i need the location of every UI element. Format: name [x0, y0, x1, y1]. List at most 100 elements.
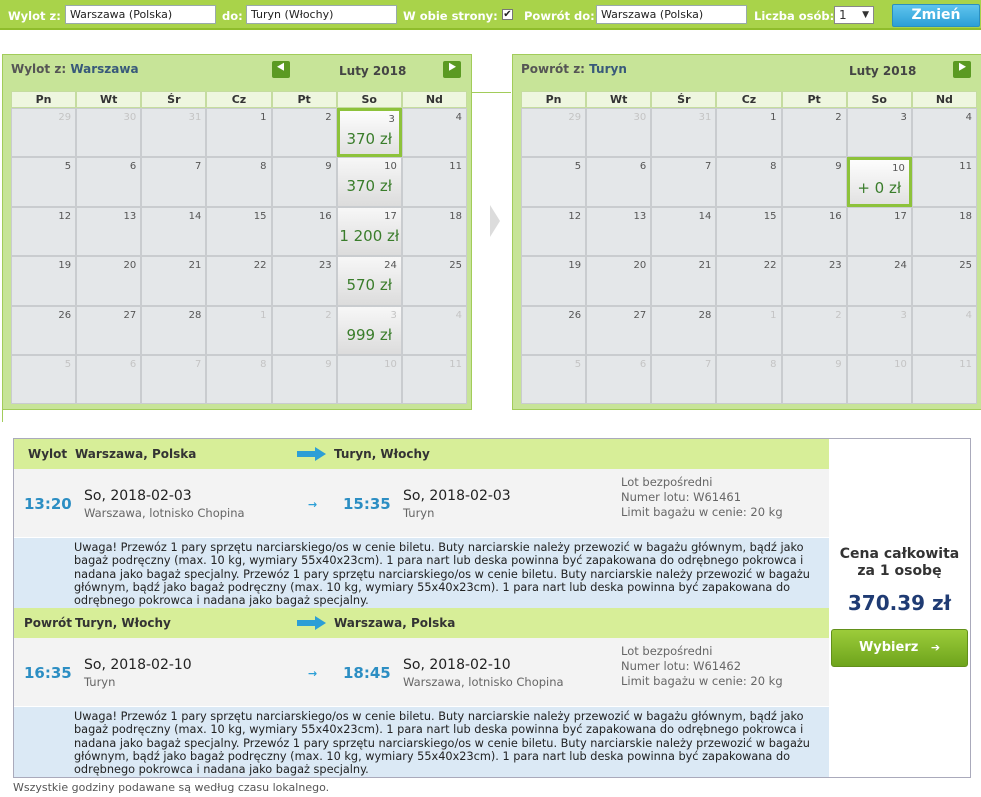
outbound-day-cell: 25	[401, 256, 467, 306]
inbound-day-cell: 20	[586, 256, 652, 306]
outbound-day-cell: 4	[401, 305, 467, 355]
day-number: 2	[835, 309, 842, 321]
outbound-day-cell[interactable]: 17 1 200 zł	[336, 206, 402, 257]
day-number: 3	[390, 309, 397, 321]
day-number: 30	[633, 112, 647, 123]
inbound-day-cell: 6	[586, 355, 652, 405]
outbound-baggage-limit: Limit bagażu w cenie: 20 kg	[621, 505, 783, 519]
inbound-day-cell: 7	[651, 157, 717, 207]
itinerary-box: Wylot Warszawa, Polska Turyn, Włochy 13:…	[13, 438, 971, 778]
day-number: 6	[129, 359, 137, 370]
change-search-button[interactable]: Zmień	[892, 4, 980, 27]
outbound-calendar: Wylot z: Warszawa ⯇ Luty 2018 ⯈ Pn Wt Śr Cz…	[2, 54, 472, 410]
from-input[interactable]: Warszawa (Polska)	[65, 5, 216, 24]
day-number: 22	[763, 260, 777, 272]
outbound-flight: 13:20 So, 2018-02-03 Warszawa, lotnisko …	[14, 469, 829, 537]
outbound-day-cell: 8	[206, 355, 272, 405]
outbound-day-cell: 11	[401, 157, 467, 207]
outbound-day-cell: 15	[206, 206, 272, 257]
day-number: 16	[318, 210, 332, 222]
day-number: 10	[384, 359, 397, 370]
inbound-calendar-header: Powrót z: Turyn Luty 2018 ⯈	[513, 55, 981, 89]
outbound-day-cell[interactable]: 24 570 zł	[336, 256, 402, 306]
day-number: 7	[705, 161, 712, 173]
outbound-route-header: Wylot Warszawa, Polska Turyn, Włochy	[14, 439, 829, 469]
inbound-day-cell: 29	[521, 108, 587, 158]
day-price: 570 zł	[346, 276, 393, 295]
inbound-dep-date: So, 2018-02-10	[84, 657, 192, 673]
day-number: 31	[698, 112, 712, 123]
inbound-day-cell: 2	[781, 305, 847, 355]
outbound-day-cell: 8	[206, 157, 272, 207]
outbound-notice: Uwaga! Przewóz 1 pary sprzętu narciarski…	[14, 538, 829, 608]
outbound-day-cell: 9	[271, 157, 337, 207]
day-number: 8	[770, 161, 777, 173]
people-select[interactable]: 1 ▼	[834, 6, 874, 24]
inbound-day-cell: 2	[781, 108, 847, 158]
day-number: 4	[965, 112, 972, 123]
arrow-left-icon[interactable]: ⯇	[272, 61, 290, 78]
day-number: 6	[639, 161, 647, 173]
inbound-arr-time: 18:45	[343, 664, 391, 682]
inbound-notice: Uwaga! Przewóz 1 pary sprzętu narciarski…	[14, 707, 829, 777]
inbound-day-cell[interactable]: 10 + 0 zł	[846, 157, 912, 207]
day-number: 4	[455, 309, 462, 321]
inbound-flight-info: Lot bezpośredni Numer lotu: W61462 Limit…	[621, 644, 783, 689]
day-price: 999 zł	[346, 325, 393, 344]
day-price: 1 200 zł	[339, 226, 400, 245]
outbound-day-cell: 13	[76, 206, 142, 257]
day-number: 4	[965, 309, 972, 321]
day-number: 24	[894, 260, 907, 272]
day-number: 9	[835, 161, 842, 173]
choose-button-label: Wybierz	[858, 640, 919, 655]
roundtrip-checkbox[interactable]: ✔	[502, 9, 513, 20]
weekday-header: Śr	[651, 91, 717, 108]
day-number: 29	[58, 112, 72, 123]
day-number: 7	[705, 359, 712, 370]
inbound-title-prefix: Powrót z:	[521, 62, 585, 76]
inbound-day-cell: 18	[911, 206, 977, 257]
outbound-day-cell[interactable]: 3 999 zł	[336, 305, 402, 355]
inbound-day-cell: 5	[521, 355, 587, 405]
outbound-day-cell: 14	[141, 206, 207, 257]
weekday-header: Pt	[781, 91, 847, 108]
outbound-day-cell[interactable]: 3 370 zł	[336, 108, 402, 158]
day-number: 8	[260, 161, 267, 173]
day-number: 5	[64, 161, 72, 173]
outbound-day-cell: 31	[141, 108, 207, 158]
inbound-calendar-grid: Pn Wt Śr Cz Pt So Nd 29 30 31 1 2 3 4 5 6 7 8 9 10 + 0 zł 11 1…	[521, 91, 977, 405]
inbound-to: Warszawa, Polska	[334, 616, 456, 630]
inbound-arr-place: Warszawa, lotnisko Chopina	[403, 675, 564, 689]
inbound-day-cell: 13	[586, 206, 652, 257]
outbound-day-cell: 1	[206, 305, 272, 355]
day-number: 27	[123, 309, 137, 321]
weekday-header: So	[846, 91, 912, 108]
outbound-day-cell: 1	[206, 108, 272, 158]
search-bar: Wylot z: Warszawa (Polska) do: Turyn (Wł…	[0, 0, 981, 30]
inbound-flight: 16:35 So, 2018-02-10 Turyn → 18:45 So, 2…	[14, 638, 829, 706]
inbound-day-cell: 30	[586, 108, 652, 158]
total-label-line1: Cena całkowita	[839, 546, 960, 562]
return-input[interactable]: Warszawa (Polska)	[596, 5, 747, 24]
choose-button[interactable]: Wybierz ➔	[831, 629, 968, 667]
inbound-day-cell: 14	[651, 206, 717, 257]
inbound-day-cell: 1	[716, 305, 782, 355]
arrow-right-icon[interactable]: ⯈	[953, 61, 971, 78]
outbound-flight-number: Numer lotu: W61461	[621, 490, 742, 504]
from-label: Wylot z:	[8, 9, 61, 23]
inbound-day-cell: 5	[521, 157, 587, 207]
day-number: 30	[123, 112, 137, 123]
day-number: 8	[260, 359, 267, 370]
arrow-right-icon[interactable]: ⯈	[443, 61, 461, 78]
day-number: 14	[188, 210, 202, 222]
to-input[interactable]: Turyn (Włochy)	[246, 5, 397, 24]
outbound-calendar-header: Wylot z: Warszawa ⯇ Luty 2018 ⯈	[3, 55, 471, 89]
inbound-day-cell: 15	[716, 206, 782, 257]
inbound-day-cell: 9	[781, 355, 847, 405]
day-number: 3	[388, 114, 395, 125]
inbound-day-cell: 23	[781, 256, 847, 306]
timezone-footnote: Wszystkie godziny podawane są według cza…	[13, 781, 330, 794]
outbound-day-cell[interactable]: 10 370 zł	[336, 157, 402, 207]
day-number: 29	[568, 112, 582, 123]
day-number: 5	[574, 161, 582, 173]
